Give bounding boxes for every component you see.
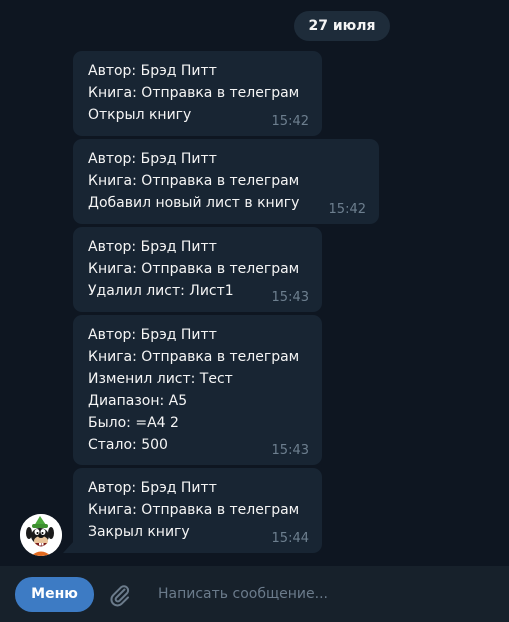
paperclip-icon[interactable] — [106, 581, 134, 609]
message-bubble: Автор: Брэд Питт Книга: Отправка в телег… — [73, 468, 322, 553]
message-line: Книга: Отправка в телеграм — [88, 85, 300, 101]
message-line: Автор: Брэд Питт — [88, 327, 217, 343]
message-bubble: Автор: Брэд Питт Книга: Отправка в телег… — [73, 139, 379, 224]
date-separator: 27 июля — [294, 11, 390, 41]
menu-button[interactable]: Меню — [15, 577, 94, 612]
message-bubble: Автор: Брэд Питт Книга: Отправка в телег… — [73, 315, 322, 465]
message-bubble: Автор: Брэд Питт Книга: Отправка в телег… — [73, 227, 322, 312]
message-line: Книга: Отправка в телеграм — [88, 502, 300, 518]
message-tail — [63, 541, 74, 553]
message-line: Книга: Отправка в телеграм — [88, 349, 300, 365]
message-bubble: Автор: Брэд Питт Книга: Отправка в телег… — [73, 51, 322, 136]
chat-history: 27 июля Автор: Брэд Питт Книга: Отправка… — [0, 0, 509, 566]
goofy-avatar-icon[interactable] — [20, 514, 62, 556]
goofy-avatar-icon — [20, 514, 62, 556]
message-composer: Меню — [0, 566, 509, 622]
message-line: Книга: Отправка в телеграм — [88, 173, 300, 189]
message-time: 15:42 — [328, 202, 366, 217]
message-time: 15:42 — [271, 114, 309, 129]
message-time: 15:43 — [271, 443, 309, 458]
message-line: Автор: Брэд Питт — [88, 239, 217, 255]
message-time: 15:43 — [271, 290, 309, 305]
message-line: Изменил лист: Тест — [88, 371, 233, 387]
message-line: Автор: Брэд Питт — [88, 480, 217, 496]
message-line: Автор: Брэд Питт — [88, 63, 217, 79]
message-line: Автор: Брэд Питт — [88, 151, 217, 167]
message-time: 15:44 — [271, 531, 309, 546]
message-line: Было: =A4 2 — [88, 415, 179, 431]
message-input[interactable] — [150, 576, 495, 612]
paperclip-icon — [110, 585, 130, 607]
message-line: Добавил новый лист в книгу — [88, 195, 300, 211]
message-line: Диапазон: A5 — [88, 393, 188, 409]
message-line: Книга: Отправка в телеграм — [88, 261, 300, 277]
